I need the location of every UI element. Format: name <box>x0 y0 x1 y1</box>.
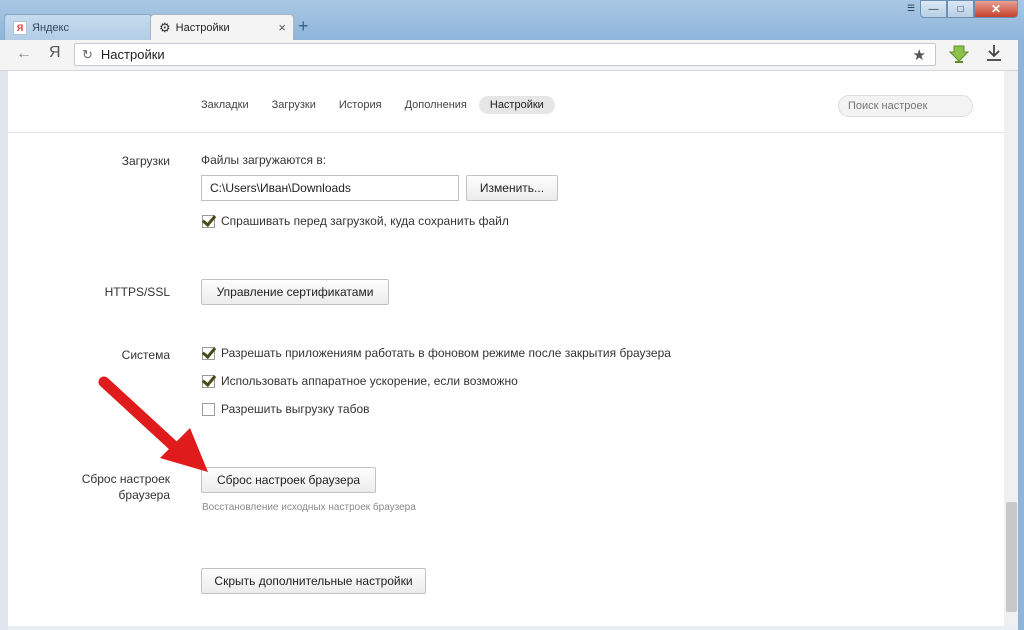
nav-history[interactable]: История <box>328 96 393 114</box>
close-window-button[interactable]: ✕ <box>974 0 1018 18</box>
system-option-row[interactable]: Разрешить выгрузку табов <box>202 402 370 416</box>
divider <box>8 132 1004 133</box>
gear-icon: ⚙ <box>159 20 171 35</box>
nav-extensions[interactable]: Дополнения <box>394 96 478 114</box>
yandex-favicon-icon: Я <box>13 20 27 35</box>
checkbox-label: Спрашивать перед загрузкой, куда сохрани… <box>221 214 509 228</box>
system-option-row[interactable]: Использовать аппаратное ускорение, если … <box>202 374 518 388</box>
address-text: Настройки <box>100 47 165 62</box>
nav-settings[interactable]: Настройки <box>478 96 555 114</box>
minimize-button[interactable]: — <box>920 0 947 18</box>
downloads-icon[interactable] <box>986 44 1002 67</box>
nav-downloads[interactable]: Загрузки <box>261 96 327 114</box>
back-arrow-icon[interactable]: ← <box>16 45 32 63</box>
window-frame-left <box>0 71 8 630</box>
download-arrow-green-icon[interactable] <box>948 44 970 69</box>
ask-before-download-row[interactable]: Спрашивать перед загрузкой, куда сохрани… <box>202 214 509 228</box>
annotation-arrow-icon <box>98 376 208 472</box>
section-label-line: браузера <box>118 488 170 502</box>
window-frame-right <box>1018 40 1024 630</box>
maximize-button[interactable]: □ <box>947 0 974 18</box>
new-tab-button[interactable]: + <box>298 16 309 37</box>
settings-nav: Закладки Загрузки История Дополнения Нас… <box>190 94 556 116</box>
checkbox-label: Разрешать приложениям работать в фоновом… <box>221 346 671 360</box>
reload-icon[interactable]: ↻ <box>82 47 93 63</box>
scrollbar-thumb[interactable] <box>1006 502 1017 612</box>
window-controls: — □ ✕ <box>920 0 1018 18</box>
bookmark-star-icon[interactable]: ★ <box>913 46 926 64</box>
change-download-path-button[interactable]: Изменить... <box>466 175 558 201</box>
close-tab-icon[interactable]: × <box>278 20 286 35</box>
browser-toolbar: ← Я ↻ Настройки ★ <box>0 40 1024 71</box>
tab-label: Яндекс <box>32 21 69 34</box>
checkbox-label: Использовать аппаратное ускорение, если … <box>221 374 518 388</box>
reset-browser-settings-button[interactable]: Сброс настроек браузера <box>201 467 376 493</box>
browser-window: Я Яндекс ⚙ Настройки × + ☰ — □ ✕ ← Я ↻ Н… <box>0 0 1024 630</box>
title-bar: Я Яндекс ⚙ Настройки × + ☰ — □ ✕ <box>0 0 1024 40</box>
address-bar[interactable]: ↻ Настройки ★ <box>74 43 936 66</box>
checkbox-label: Разрешить выгрузку табов <box>221 402 370 416</box>
manage-certificates-button[interactable]: Управление сертификатами <box>201 279 389 305</box>
search-settings-input[interactable] <box>838 95 973 117</box>
ask-before-download-checkbox[interactable] <box>202 214 215 228</box>
tab-label: Настройки <box>175 21 230 34</box>
system-option-row[interactable]: Разрешать приложениям работать в фоновом… <box>202 346 671 360</box>
hide-advanced-settings-button[interactable]: Скрыть дополнительные настройки <box>201 568 426 594</box>
tab-settings[interactable]: ⚙ Настройки × <box>150 14 294 40</box>
download-path-field[interactable] <box>201 175 459 201</box>
section-label-https: HTTPS/SSL <box>104 285 170 299</box>
reset-hint-text: Восстановление исходных настроек браузер… <box>202 502 416 513</box>
tab-yandex[interactable]: Я Яндекс <box>4 14 152 40</box>
section-label-downloads: Загрузки <box>121 154 170 168</box>
yandex-logo[interactable]: Я <box>49 44 61 62</box>
nav-bookmarks[interactable]: Закладки <box>190 96 260 114</box>
download-location-label: Файлы загружаются в: <box>201 153 327 167</box>
